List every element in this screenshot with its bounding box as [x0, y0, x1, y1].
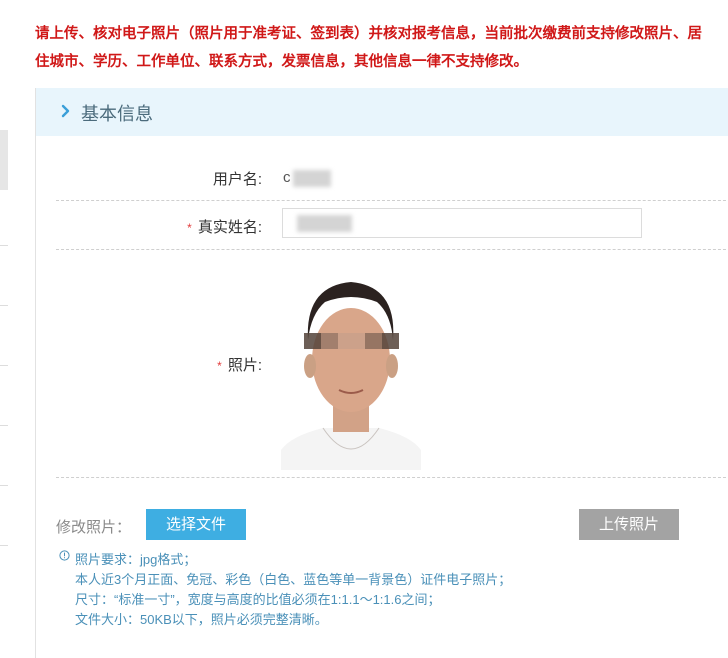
requirement-line: 照片要求：jpg格式； [75, 552, 197, 567]
username-label: 用户名: [156, 168, 262, 189]
row-divider [56, 249, 728, 250]
upload-photo-button[interactable]: 上传照片 [579, 509, 679, 540]
required-mark: * [217, 359, 222, 373]
left-sidebar-edge [0, 0, 8, 652]
requirement-line: 尺寸：“标准一寸”，宽度与高度的比值必须在1:1.1～1:1.6之间； [75, 592, 441, 607]
realname-label: * 真实姓名: [156, 216, 262, 237]
chevron-right-icon [61, 104, 70, 118]
username-value: c [283, 169, 291, 186]
row-divider [56, 477, 728, 478]
photo-label: * 照片: [156, 354, 262, 375]
sidebar-divider [0, 545, 8, 546]
realname-redaction [297, 215, 352, 232]
photo-requirements: 照片要求：jpg格式； 本人近3个月正面、免冠、彩色（白色、蓝色等单一背景色）证… [75, 550, 511, 630]
realname-label-text: 真实姓名: [197, 219, 262, 236]
username-redaction [293, 170, 331, 187]
sidebar-divider [0, 485, 8, 486]
modify-photo-label: 修改照片： [56, 519, 132, 536]
select-file-button[interactable]: 选择文件 [146, 509, 246, 540]
notice-line-2: 住城市、学历、工作单位、联系方式，发票信息，其他信息一律不支持修改。 [35, 54, 528, 70]
sidebar-divider [0, 305, 8, 306]
realname-input[interactable] [282, 208, 642, 238]
id-photo [281, 278, 421, 470]
notice-line-1: 请上传、核对电子照片（照片用于准考证、签到表）并核对报考信息，当前批次缴费前支持… [35, 26, 702, 42]
sidebar-divider [0, 425, 8, 426]
sidebar-divider [0, 245, 8, 246]
requirement-line: 本人近3个月正面、免冠、彩色（白色、蓝色等单一背景色）证件电子照片； [75, 572, 512, 587]
sidebar-divider [0, 365, 8, 366]
requirement-line: 文件大小：50KB以下，照片必须完整清晰。 [75, 612, 328, 627]
notice-text: 请上传、核对电子照片（照片用于准考证、签到表）并核对报考信息，当前批次缴费前支持… [35, 20, 728, 76]
info-icon [59, 550, 70, 561]
section-title: 基本信息 [81, 104, 153, 124]
username-label-text: 用户名: [212, 171, 262, 188]
photo-label-text: 照片: [227, 357, 262, 374]
row-divider [56, 200, 728, 201]
section-header: 基本信息 [36, 88, 728, 136]
sidebar-active-marker [0, 130, 8, 190]
required-mark: * [187, 221, 192, 235]
basic-info-panel: 基本信息 用户名: c * 真实姓名: * 照片: 修改照片： 选择文件 上传照片 [35, 88, 728, 658]
